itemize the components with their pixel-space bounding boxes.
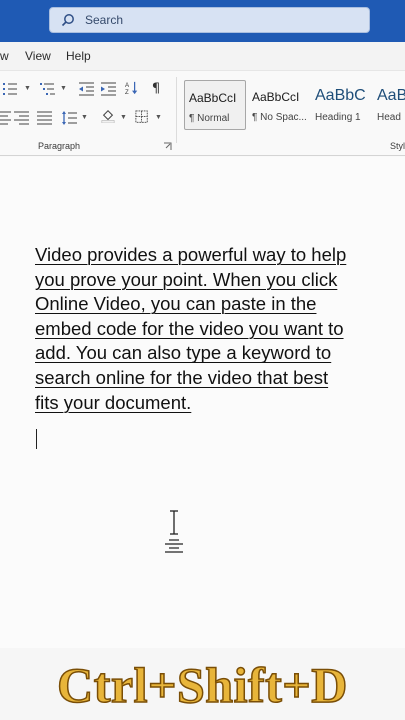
sort-icon[interactable]: A Z: [124, 81, 140, 95]
increase-indent-icon[interactable]: [101, 82, 117, 96]
chevron-down-icon[interactable]: ▼: [81, 114, 88, 121]
style-name: ¶ No Spac...: [252, 112, 307, 123]
title-bar: Search: [0, 0, 405, 42]
paragraph-line: add. You can also type a keyword to: [35, 342, 332, 364]
chevron-down-icon[interactable]: ▼: [155, 114, 162, 121]
svg-text:¶: ¶: [152, 81, 160, 95]
line-spacing-icon[interactable]: [62, 111, 78, 125]
paragraph-line: search online for the video that best: [35, 366, 329, 388]
style-heading-1[interactable]: AaBbC Heading 1: [311, 80, 373, 130]
ribbon: ▼ ▼ A Z ¶ ▼ ▼ ▼ Paragraph AaBbCcI ¶ Norm…: [0, 70, 405, 156]
dialog-launcher-icon[interactable]: [163, 142, 172, 151]
ribbon-tabs: w View Help: [0, 42, 405, 70]
paragraph-line: embed code for the video you want to: [35, 317, 344, 339]
style-no-spacing[interactable]: AaBbCcI ¶ No Spac...: [248, 80, 310, 130]
tab-partial[interactable]: w: [0, 49, 9, 63]
style-sample: AaBl: [377, 87, 405, 104]
svg-text:Z: Z: [125, 89, 129, 95]
borders-icon[interactable]: [134, 110, 150, 124]
style-name: Head: [377, 112, 401, 123]
paragraph-line: Video provides a powerful way to help: [35, 244, 347, 265]
numbering-icon[interactable]: [3, 82, 19, 96]
style-sample: AaBbCcI: [252, 90, 300, 104]
style-normal[interactable]: AaBbCcI ¶ Normal: [184, 80, 246, 130]
paragraph-group-label: Paragraph: [38, 141, 81, 151]
style-sample: AaBbC: [315, 87, 366, 104]
chevron-down-icon[interactable]: ▼: [60, 85, 67, 92]
paragraph-line: you prove your point. When you click: [35, 268, 338, 290]
show-formatting-icon[interactable]: ¶: [150, 81, 166, 95]
style-sample: AaBbCcI: [189, 91, 237, 105]
document-paragraph[interactable]: Video provides a powerful way to help yo…: [35, 243, 385, 415]
search-icon: [61, 14, 74, 27]
paragraph-line: Online Video, you can paste in the: [35, 293, 317, 315]
shading-icon[interactable]: [100, 109, 116, 123]
text-caret: [36, 429, 37, 449]
decrease-indent-icon[interactable]: [79, 82, 95, 96]
style-name: ¶ Normal: [189, 113, 230, 124]
justify-icon[interactable]: [37, 111, 53, 125]
align-right-icon[interactable]: [14, 111, 30, 125]
tab-help[interactable]: Help: [66, 49, 91, 63]
search-box[interactable]: Search: [49, 7, 370, 33]
svg-text:A: A: [125, 82, 130, 89]
style-name: Heading 1: [315, 112, 361, 123]
chevron-down-icon[interactable]: ▼: [24, 85, 31, 92]
ibeam-cursor-icon: [165, 510, 183, 553]
multilevel-list-icon[interactable]: [40, 82, 56, 96]
styles-group-label: Styl: [390, 141, 405, 151]
document-canvas[interactable]: Video provides a powerful way to help yo…: [0, 157, 405, 720]
shortcut-overlay-text: Ctrl+Shift+D: [56, 656, 348, 714]
ribbon-separator: [176, 77, 177, 143]
align-center-icon[interactable]: [0, 111, 12, 125]
style-heading-2[interactable]: AaBl Head: [373, 80, 405, 130]
search-placeholder: Search: [85, 13, 124, 27]
chevron-down-icon[interactable]: ▼: [120, 114, 127, 121]
paragraph-line: fits your document.: [35, 391, 192, 413]
tab-view[interactable]: View: [25, 49, 51, 63]
